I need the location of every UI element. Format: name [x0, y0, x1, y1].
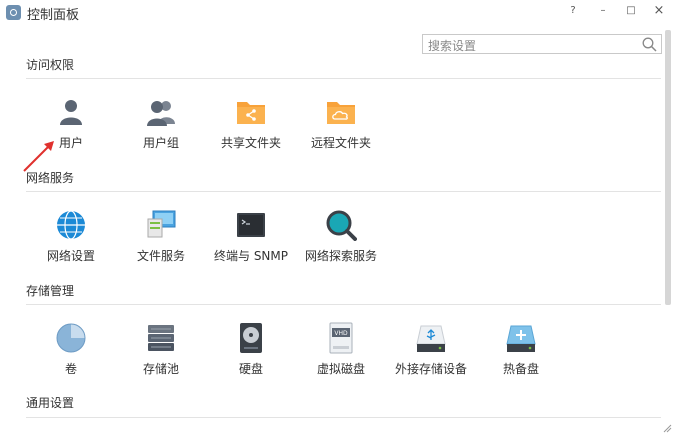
- section-divider: [26, 304, 661, 305]
- vertical-scrollbar[interactable]: [665, 30, 671, 305]
- title-bar: 控制面板 ? – □ ×: [0, 0, 673, 24]
- item-storage-pool[interactable]: 存储池: [116, 322, 206, 382]
- section-divider: [26, 78, 661, 79]
- volume-pie-icon: [56, 323, 86, 353]
- item-label: 用户: [58, 136, 83, 150]
- item-virtual-disk[interactable]: VHD 虚拟磁盘: [296, 322, 386, 382]
- item-label: 共享文件夹: [220, 136, 281, 150]
- storage-pool-icon: [148, 325, 174, 351]
- search-icon[interactable]: [642, 37, 657, 52]
- user-icon: [60, 100, 82, 125]
- item-label: 文件服务: [136, 249, 185, 263]
- item-label: 网络探索服务: [304, 249, 377, 263]
- item-label: 存储池: [142, 362, 179, 376]
- item-label: 硬盘: [238, 362, 263, 376]
- section-divider: [26, 417, 661, 418]
- item-file-service[interactable]: 文件服务: [116, 209, 206, 269]
- network-discovery-icon: [326, 210, 357, 241]
- terminal-icon: [237, 213, 265, 237]
- usb-drive-icon: [416, 325, 446, 352]
- item-hard-disk[interactable]: 硬盘: [206, 322, 296, 382]
- maximize-button[interactable]: □: [620, 2, 642, 20]
- search-input[interactable]: [423, 37, 638, 55]
- section-divider: [26, 191, 661, 192]
- item-user-group[interactable]: 用户组: [116, 96, 206, 156]
- item-shared-folder[interactable]: 共享文件夹: [206, 96, 296, 156]
- resize-grip-icon[interactable]: [662, 423, 672, 433]
- item-label: 卷: [64, 362, 77, 376]
- hard-disk-icon: [240, 323, 262, 353]
- item-network-settings[interactable]: 网络设置: [26, 209, 116, 269]
- svg-text:VHD: VHD: [334, 330, 348, 337]
- minimize-button[interactable]: –: [592, 2, 614, 20]
- section-title-network: 网络服务: [26, 171, 75, 185]
- search-box[interactable]: [422, 34, 662, 55]
- item-network-discovery[interactable]: 网络探索服务: [296, 209, 386, 269]
- section-title-general: 通用设置: [26, 396, 75, 410]
- item-remote-folder[interactable]: 远程文件夹: [296, 96, 386, 156]
- item-label: 网络设置: [46, 249, 95, 263]
- item-volume[interactable]: 卷: [26, 322, 116, 382]
- item-user[interactable]: 用户: [26, 96, 116, 156]
- file-service-icon: [147, 210, 176, 238]
- close-button[interactable]: ×: [648, 2, 670, 20]
- item-label: 虚拟磁盘: [316, 362, 365, 376]
- item-terminal-snmp[interactable]: 终端与 SNMP: [206, 209, 296, 269]
- vhd-icon: VHD: [329, 322, 353, 354]
- item-label: 远程文件夹: [310, 136, 371, 150]
- item-label: 用户组: [142, 136, 179, 150]
- control-panel-icon: [6, 5, 21, 20]
- item-label: 终端与 SNMP: [214, 249, 288, 263]
- globe-icon: [57, 210, 85, 240]
- section-title-access: 访问权限: [26, 58, 75, 72]
- hot-spare-icon: [506, 325, 536, 352]
- item-label: 外接存储设备: [394, 362, 467, 376]
- shared-folder-icon: [237, 102, 265, 124]
- item-hot-spare[interactable]: 热备盘: [476, 322, 566, 382]
- item-external-storage[interactable]: 外接存储设备: [386, 322, 476, 382]
- item-label: 热备盘: [502, 362, 539, 376]
- user-group-icon: [147, 101, 175, 126]
- window-title: 控制面板: [27, 8, 80, 23]
- remote-folder-icon: [327, 102, 355, 124]
- section-title-storage: 存储管理: [26, 284, 75, 298]
- help-button[interactable]: ?: [562, 2, 584, 20]
